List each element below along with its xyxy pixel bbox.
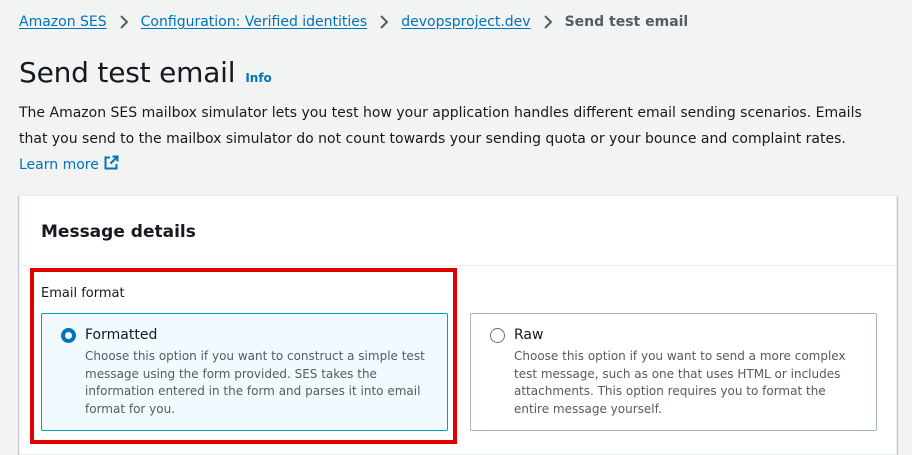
learn-more-link[interactable]: Learn more bbox=[19, 154, 119, 173]
breadcrumb-current: Send test email bbox=[564, 14, 689, 30]
breadcrumb: Amazon SES Configuration: Verified ident… bbox=[19, 11, 688, 33]
chevron-right-icon bbox=[372, 11, 396, 33]
external-link-icon bbox=[103, 154, 119, 170]
description-text: The Amazon SES mailbox simulator lets yo… bbox=[19, 105, 862, 147]
raw-option-label: Raw bbox=[514, 327, 544, 343]
page-description: The Amazon SES mailbox simulator lets yo… bbox=[19, 100, 879, 178]
panel-header: Message details bbox=[20, 196, 896, 266]
page-title: Send test email bbox=[19, 56, 236, 89]
breadcrumb-amazon-ses[interactable]: Amazon SES bbox=[19, 14, 107, 30]
info-link[interactable]: Info bbox=[245, 71, 271, 85]
panel-title: Message details bbox=[41, 221, 196, 242]
page-header: Send test email Info bbox=[19, 56, 272, 89]
learn-more-label: Learn more bbox=[19, 157, 99, 173]
breadcrumb-identity[interactable]: devopsproject.dev bbox=[401, 14, 530, 30]
breadcrumb-verified-identities[interactable]: Configuration: Verified identities bbox=[141, 14, 368, 30]
chevron-right-icon bbox=[112, 11, 136, 33]
raw-radio[interactable] bbox=[490, 328, 505, 343]
raw-option-description: Choose this option if you want to send a… bbox=[514, 349, 846, 416]
chevron-right-icon bbox=[536, 11, 560, 33]
highlight-annotation bbox=[30, 268, 457, 444]
raw-option-card[interactable]: Raw Choose this option if you want to se… bbox=[470, 313, 877, 431]
